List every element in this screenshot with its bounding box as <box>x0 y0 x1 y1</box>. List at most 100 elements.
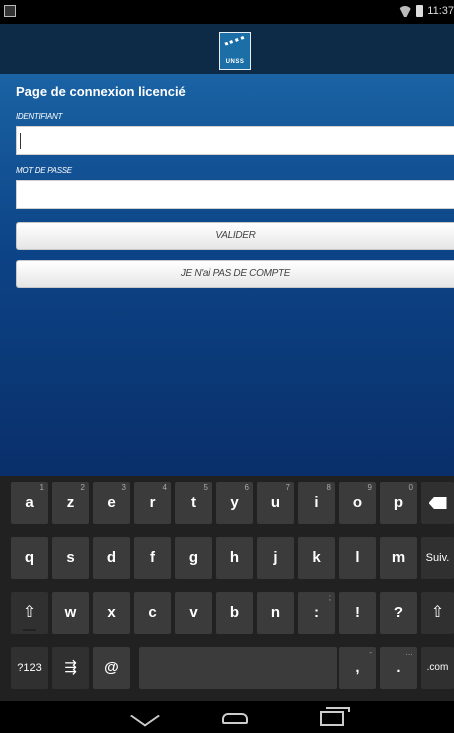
key-label: y <box>230 494 239 511</box>
status-bar: 11:37 <box>0 0 454 24</box>
key-hint: 5 <box>203 483 208 492</box>
status-icons: 11:37 <box>398 5 454 17</box>
app-header: UNSS <box>0 24 454 74</box>
key-a[interactable]: 1a <box>11 482 48 524</box>
key-x[interactable]: x <box>93 592 130 634</box>
key-o[interactable]: 9o <box>339 482 376 524</box>
key-label: n <box>270 604 281 621</box>
key-label: w <box>64 604 77 621</box>
key-k[interactable]: k <box>298 537 335 579</box>
key-f[interactable]: f <box>134 537 171 579</box>
key-hint: 7 <box>285 483 290 492</box>
key-hint: 4 <box>162 483 167 492</box>
space-key[interactable] <box>139 647 337 689</box>
shift-key-left[interactable]: ⇧ <box>11 592 48 634</box>
no-account-button[interactable]: JE N'ai PAS DE COMPTE <box>16 260 454 288</box>
key-hint: 1 <box>39 483 44 492</box>
backspace-icon <box>428 497 447 509</box>
key-z[interactable]: 2z <box>52 482 89 524</box>
battery-icon <box>416 5 424 17</box>
identifier-input[interactable] <box>16 126 454 155</box>
key-underline <box>23 629 36 631</box>
key-n[interactable]: n <box>257 592 294 634</box>
key-label: u <box>270 494 281 511</box>
notification-icon <box>4 5 16 17</box>
key-label: ! <box>355 604 360 621</box>
page-title: Page de connexion licencié <box>16 84 186 99</box>
key-label: c <box>148 604 157 621</box>
key-label: : <box>314 604 319 621</box>
shift-icon: ⇧ <box>22 604 37 621</box>
key-question[interactable]: ? <box>380 592 417 634</box>
unss-logo: UNSS <box>219 32 251 70</box>
key-hint: 0 <box>408 483 413 492</box>
key-label: o <box>352 494 363 511</box>
key-l[interactable]: l <box>339 537 376 579</box>
key-hint: 9 <box>367 483 372 492</box>
text-cursor <box>20 133 21 149</box>
key-hint: 3 <box>121 483 126 492</box>
key-label: , <box>355 659 360 676</box>
key-label: z <box>66 494 75 511</box>
key-i[interactable]: 8i <box>298 482 335 524</box>
key-hint: 2 <box>80 483 85 492</box>
key-hint: - <box>369 648 372 657</box>
key-d[interactable]: d <box>93 537 130 579</box>
shift-icon: ⇧ <box>430 604 445 621</box>
settings-key[interactable]: ⇶ <box>52 647 89 689</box>
key-v[interactable]: v <box>175 592 212 634</box>
key-y[interactable]: 6y <box>216 482 253 524</box>
identifier-label: IDENTIFIANT <box>16 112 63 121</box>
password-label: MOT DE PASSE <box>16 166 72 175</box>
key-t[interactable]: 5t <box>175 482 212 524</box>
key-label: i <box>314 494 319 511</box>
key-label: v <box>189 604 198 621</box>
key-label: e <box>107 494 116 511</box>
key-label: x <box>107 604 116 621</box>
key-h[interactable]: h <box>216 537 253 579</box>
key-r[interactable]: 4r <box>134 482 171 524</box>
recents-icon[interactable] <box>320 707 350 726</box>
key-label: p <box>393 494 404 511</box>
key-j[interactable]: j <box>257 537 294 579</box>
key-label: ? <box>393 604 404 621</box>
key-label: b <box>229 604 240 621</box>
key-c[interactable]: c <box>134 592 171 634</box>
key-exclamation[interactable]: ! <box>339 592 376 634</box>
home-icon[interactable] <box>222 713 248 724</box>
comma-key[interactable]: -, <box>339 647 376 689</box>
key-label: a <box>25 494 34 511</box>
logo-mark-icon <box>224 35 248 55</box>
key-u[interactable]: 7u <box>257 482 294 524</box>
key-s[interactable]: s <box>52 537 89 579</box>
key-g[interactable]: g <box>175 537 212 579</box>
settings-icon: ⇶ <box>64 659 77 676</box>
symbols-key[interactable]: ?123 <box>11 647 48 689</box>
back-icon[interactable] <box>130 705 160 727</box>
backspace-key[interactable] <box>421 482 454 524</box>
key-q[interactable]: q <box>11 537 48 579</box>
key-e[interactable]: 3e <box>93 482 130 524</box>
next-key[interactable]: Suiv. <box>421 537 454 579</box>
logo-text: UNSS <box>225 59 245 65</box>
key-m[interactable]: m <box>380 537 417 579</box>
key-hint: 8 <box>326 483 331 492</box>
password-input[interactable] <box>16 180 454 209</box>
login-form: Page de connexion licencié IDENTIFIANT M… <box>0 74 454 476</box>
clock: 11:37 <box>427 5 454 17</box>
period-key[interactable]: …. <box>380 647 417 689</box>
at-key[interactable]: @ <box>93 647 130 689</box>
validate-button[interactable]: VALIDER <box>16 222 454 250</box>
key-label: . <box>396 659 401 676</box>
key-hint: … <box>405 648 413 657</box>
key-label: t <box>191 494 196 511</box>
key-colon[interactable]: ;: <box>298 592 335 634</box>
key-hint: ; <box>328 593 331 602</box>
key-w[interactable]: w <box>52 592 89 634</box>
shift-key-right[interactable]: ⇧ <box>421 592 454 634</box>
dotcom-key[interactable]: .com <box>421 647 454 689</box>
key-label: r <box>149 494 156 511</box>
key-b[interactable]: b <box>216 592 253 634</box>
key-hint: 6 <box>244 483 249 492</box>
key-p[interactable]: 0p <box>380 482 417 524</box>
